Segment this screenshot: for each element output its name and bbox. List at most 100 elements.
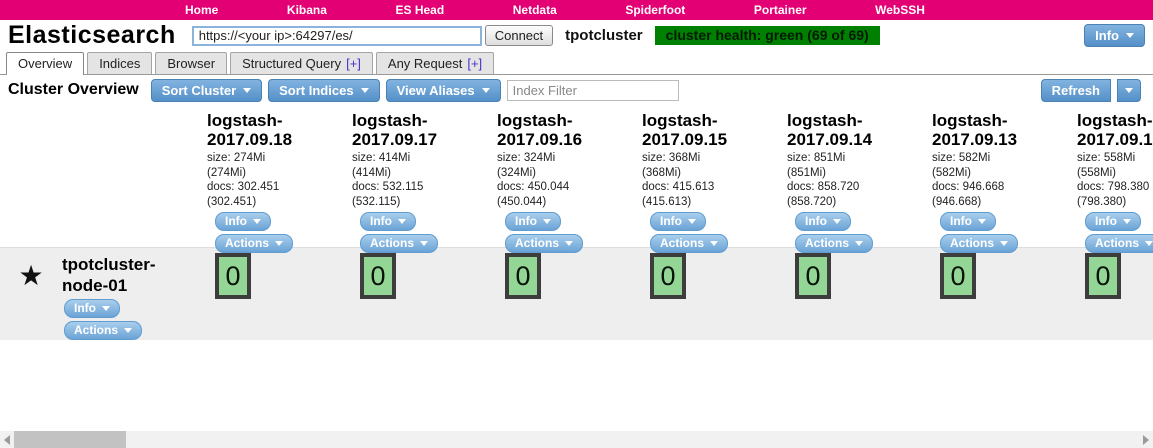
index-info-button[interactable]: Info [650, 212, 706, 231]
shard-number: 0 [805, 261, 820, 292]
tab-new-icon: [+] [467, 56, 482, 71]
shard-cell: 0 [1071, 248, 1153, 340]
server-url-input[interactable] [192, 26, 482, 46]
refresh-button[interactable]: Refresh [1041, 79, 1111, 102]
nav-link-webssh[interactable]: WebSSH [875, 3, 925, 17]
horizontal-scrollbar[interactable] [0, 431, 1153, 448]
shard-0-box[interactable]: 0 [650, 253, 686, 299]
index-docs: docs: 946.668 [932, 181, 1004, 193]
nav-link-es-head[interactable]: ES Head [395, 3, 444, 17]
index-docs-primary: (415.613) [642, 196, 691, 208]
index-filter-input[interactable] [507, 80, 679, 101]
chevron-down-icon [482, 88, 490, 93]
node-name-line1: tpotcluster- [62, 255, 156, 274]
index-info-button[interactable]: Info [360, 212, 416, 231]
index-column: logstash- 2017.09.17 size: 414Mi (414Mi)… [346, 105, 491, 247]
connect-button[interactable]: Connect [485, 25, 553, 46]
shard-cell: 0 [926, 248, 1071, 340]
refresh-dropdown-button[interactable] [1117, 79, 1141, 102]
index-info-button[interactable]: Info [795, 212, 851, 231]
chevron-down-icon [398, 219, 406, 224]
index-docs: docs: 415.613 [642, 181, 714, 193]
nav-link-kibana[interactable]: Kibana [287, 3, 327, 17]
nav-link-netdata[interactable]: Netdata [513, 3, 557, 17]
header-info-button[interactable]: Info [1084, 24, 1145, 47]
shard-number: 0 [225, 261, 240, 292]
chevron-down-icon [855, 241, 863, 246]
index-size-primary: (414Mi) [352, 167, 391, 179]
node-actions-button[interactable]: Actions [64, 321, 142, 340]
index-info-button[interactable]: Info [940, 212, 996, 231]
index-stats: size: 368Mi (368Mi) docs: 415.613 (415.6… [642, 151, 781, 209]
cluster-health-badge: cluster health: green (69 of 69) [655, 26, 880, 45]
sort-indices-label: Sort Indices [279, 83, 353, 98]
chevron-down-icon [1126, 33, 1134, 38]
index-size: size: 582Mi [932, 152, 990, 164]
index-docs-primary: (450.044) [497, 196, 546, 208]
index-column: logstash- 2017.09.14 size: 851Mi (851Mi)… [781, 105, 926, 247]
scrollbar-thumb[interactable] [14, 431, 126, 448]
tab-browser[interactable]: Browser [155, 52, 227, 74]
header-info-label: Info [1095, 28, 1119, 43]
index-info-button[interactable]: Info [215, 212, 271, 231]
index-column: logstash- 2017.09.18 size: 274Mi (274Mi)… [201, 105, 346, 247]
index-name-line2: 2017.09.18 [207, 130, 292, 149]
chevron-down-icon [102, 306, 110, 311]
index-info-button[interactable]: Info [1085, 212, 1141, 231]
scroll-right-arrow-icon[interactable] [1143, 435, 1149, 445]
tab-label: Browser [167, 56, 215, 71]
tab-label: Overview [18, 56, 72, 71]
index-name: logstash- 2017.09.15 [642, 111, 781, 149]
index-name: logstash- 2017.09.12 [1077, 111, 1153, 149]
sort-indices-button[interactable]: Sort Indices [268, 79, 379, 102]
index-column: logstash- 2017.09.12 size: 558Mi (558Mi)… [1071, 105, 1153, 247]
tab-new-icon: [+] [346, 56, 361, 71]
node-info-button[interactable]: Info [64, 299, 120, 318]
shard-0-box[interactable]: 0 [795, 253, 831, 299]
index-info-label: Info [660, 214, 682, 228]
tab-structured-query[interactable]: Structured Query [+] [230, 52, 373, 74]
index-name-line2: 2017.09.14 [787, 130, 872, 149]
index-column: logstash- 2017.09.15 size: 368Mi (368Mi)… [636, 105, 781, 247]
shard-0-box[interactable]: 0 [505, 253, 541, 299]
index-name-line1: logstash- [787, 111, 863, 130]
cluster-name: tpotcluster [565, 27, 643, 44]
index-size-primary: (558Mi) [1077, 167, 1116, 179]
index-docs-primary: (302.451) [207, 196, 256, 208]
tab-any-request[interactable]: Any Request[+] [376, 52, 494, 74]
node-name-line2: node-01 [62, 276, 127, 295]
nav-link-portainer[interactable]: Portainer [754, 3, 807, 17]
tab-overview[interactable]: Overview [6, 52, 84, 75]
index-stats: size: 558Mi (558Mi) docs: 798.380 (798.3… [1077, 151, 1153, 209]
view-aliases-button[interactable]: View Aliases [386, 79, 501, 102]
shard-0-box[interactable]: 0 [215, 253, 251, 299]
shard-0-box[interactable]: 0 [360, 253, 396, 299]
tab-label: Structured Query [242, 56, 341, 71]
index-stats: size: 582Mi (582Mi) docs: 946.668 (946.6… [932, 151, 1071, 209]
cluster-overview-grid: logstash- 2017.09.18 size: 274Mi (274Mi)… [0, 105, 1153, 340]
index-docs: docs: 858.720 [787, 181, 859, 193]
tab-indices[interactable]: Indices [87, 52, 152, 74]
shard-0-box[interactable]: 0 [940, 253, 976, 299]
star-icon: ★ [0, 252, 62, 340]
index-name-line1: logstash- [352, 111, 428, 130]
node-name: tpotcluster- node-01 [62, 254, 156, 296]
sort-cluster-button[interactable]: Sort Cluster [151, 79, 262, 102]
scroll-left-arrow-icon[interactable] [4, 435, 10, 445]
index-info-label: Info [1095, 214, 1117, 228]
index-stats: size: 851Mi (851Mi) docs: 858.720 (858.7… [787, 151, 926, 209]
index-name-line1: logstash- [1077, 111, 1153, 130]
index-stats: size: 274Mi (274Mi) docs: 302.451 (302.4… [207, 151, 346, 209]
index-size: size: 368Mi [642, 152, 700, 164]
index-info-button[interactable]: Info [505, 212, 561, 231]
index-name-line2: 2017.09.13 [932, 130, 1017, 149]
index-name-line1: logstash- [932, 111, 1008, 130]
top-nav-links: Home Kibana ES Head Netdata Spiderfoot P… [185, 3, 925, 17]
nav-link-spiderfoot[interactable]: Spiderfoot [625, 3, 685, 17]
chevron-down-icon [543, 219, 551, 224]
nav-link-home[interactable]: Home [185, 3, 218, 17]
app-header: Elasticsearch Connect tpotcluster cluste… [0, 20, 1153, 51]
shard-0-box[interactable]: 0 [1085, 253, 1121, 299]
index-size: size: 558Mi [1077, 152, 1135, 164]
shard-number: 0 [950, 261, 965, 292]
